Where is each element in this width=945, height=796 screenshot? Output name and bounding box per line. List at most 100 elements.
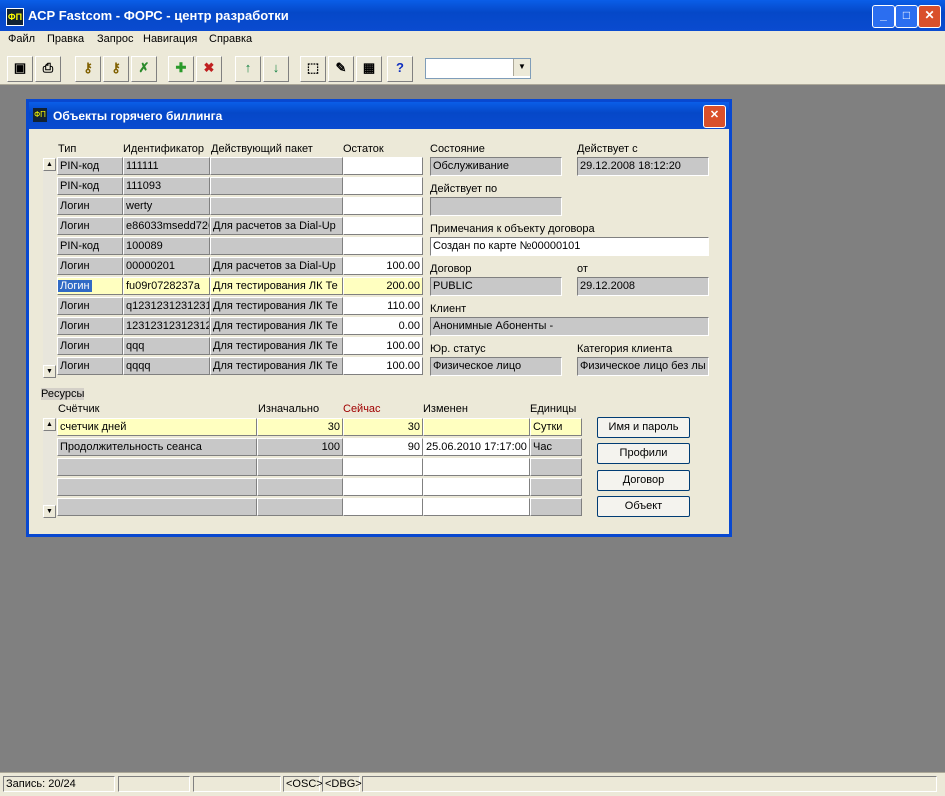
- object-cell-balance[interactable]: [343, 177, 423, 195]
- login-password-button[interactable]: Имя и пароль: [597, 417, 690, 438]
- resource-cell-initial[interactable]: 30: [257, 418, 343, 436]
- scroll-up-icon[interactable]: ▲: [43, 418, 56, 431]
- resource-cell-unit[interactable]: [530, 498, 582, 516]
- object-cell-package[interactable]: Для расчетов за Dial-Up: [210, 217, 343, 235]
- menu-file[interactable]: Файл: [8, 33, 35, 45]
- minimize-button[interactable]: _: [872, 5, 895, 28]
- scroll-down-icon[interactable]: ▼: [43, 505, 56, 518]
- resource-cell-initial[interactable]: [257, 498, 343, 516]
- add-icon[interactable]: ✚: [168, 56, 194, 82]
- resource-cell-changed[interactable]: [423, 498, 530, 516]
- edit-icon[interactable]: ✎: [328, 56, 354, 82]
- close-button[interactable]: ✕: [918, 5, 941, 28]
- resource-cell-current[interactable]: [343, 458, 423, 476]
- scroll-up-icon[interactable]: ▲: [43, 158, 56, 171]
- object-cell-type[interactable]: Логин: [57, 297, 123, 315]
- contract-button[interactable]: Договор: [597, 470, 690, 491]
- chevron-down-icon[interactable]: ▼: [513, 59, 530, 76]
- object-cell-id[interactable]: e86033msedd726: [123, 217, 210, 235]
- menu-query[interactable]: Запрос: [97, 33, 133, 45]
- object-cell-type[interactable]: Логин: [57, 277, 123, 295]
- resource-cell-changed[interactable]: 25.06.2010 17:17:00: [423, 438, 530, 456]
- objects-scrollbar[interactable]: ▲ ▼: [43, 158, 56, 378]
- object-cell-type[interactable]: Логин: [57, 317, 123, 335]
- resource-cell-current[interactable]: 30: [343, 418, 423, 436]
- object-cell-balance[interactable]: 200.00: [343, 277, 423, 295]
- resource-cell-unit[interactable]: Сутки: [530, 418, 582, 436]
- object-cell-type[interactable]: PIN-код: [57, 237, 123, 255]
- resource-cell-current[interactable]: [343, 478, 423, 496]
- notes-field[interactable]: Создан по карте №00000101: [430, 237, 709, 256]
- object-cell-type[interactable]: PIN-код: [57, 157, 123, 175]
- arrow-down-icon[interactable]: ↓: [263, 56, 289, 82]
- object-cell-package[interactable]: Для расчетов за Dial-Up: [210, 257, 343, 275]
- resource-cell-counter[interactable]: Продолжительность сеанса: [57, 438, 257, 456]
- object-cell-package[interactable]: [210, 197, 343, 215]
- resource-cell-counter[interactable]: [57, 498, 257, 516]
- resource-cell-initial[interactable]: [257, 458, 343, 476]
- object-cell-type[interactable]: PIN-код: [57, 177, 123, 195]
- object-cell-package[interactable]: Для тестирования ЛК Те: [210, 297, 343, 315]
- help-icon[interactable]: ?: [387, 56, 413, 82]
- object-cell-package[interactable]: Для тестирования ЛК Те: [210, 337, 343, 355]
- key-refresh-icon[interactable]: ⚷: [103, 56, 129, 82]
- object-cell-id[interactable]: 111111: [123, 157, 210, 175]
- scroll-down-icon[interactable]: ▼: [43, 365, 56, 378]
- object-cell-package[interactable]: [210, 177, 343, 195]
- save-icon[interactable]: ▣: [7, 56, 33, 82]
- resource-cell-counter[interactable]: [57, 478, 257, 496]
- resource-cell-counter[interactable]: счетчик дней: [57, 418, 257, 436]
- object-cell-package[interactable]: Для тестирования ЛК Те: [210, 317, 343, 335]
- resource-cell-unit[interactable]: Час: [530, 438, 582, 456]
- object-cell-id[interactable]: werty: [123, 197, 210, 215]
- menu-navigation[interactable]: Навигация: [143, 33, 197, 45]
- object-cell-id[interactable]: 00000201: [123, 257, 210, 275]
- resource-cell-counter[interactable]: [57, 458, 257, 476]
- object-cell-balance[interactable]: [343, 157, 423, 175]
- toolbar-combo[interactable]: ▼: [425, 58, 531, 79]
- object-cell-package[interactable]: Для тестирования ЛК Те: [210, 277, 343, 295]
- object-cell-id[interactable]: q1231231231231: [123, 297, 210, 315]
- profiles-button[interactable]: Профили: [597, 443, 690, 464]
- object-cell-id[interactable]: 100089: [123, 237, 210, 255]
- object-cell-id[interactable]: 12312312312312: [123, 317, 210, 335]
- print-icon[interactable]: ⎙: [35, 56, 61, 82]
- resource-cell-changed[interactable]: [423, 418, 530, 436]
- resource-cell-changed[interactable]: [423, 478, 530, 496]
- object-cell-type[interactable]: Логин: [57, 257, 123, 275]
- resource-cell-current[interactable]: [343, 498, 423, 516]
- menu-edit[interactable]: Правка: [47, 33, 84, 45]
- resource-cell-current[interactable]: 90: [343, 438, 423, 456]
- dialog-close-button[interactable]: ✕: [703, 105, 726, 128]
- object-cell-package[interactable]: Для тестирования ЛК Те: [210, 357, 343, 375]
- object-cell-package[interactable]: [210, 237, 343, 255]
- object-cell-balance[interactable]: 0.00: [343, 317, 423, 335]
- resource-cell-unit[interactable]: [530, 458, 582, 476]
- object-cell-balance[interactable]: [343, 237, 423, 255]
- select-icon[interactable]: ⬚: [300, 56, 326, 82]
- key-find-icon[interactable]: ⚷: [75, 56, 101, 82]
- object-button[interactable]: Объект: [597, 496, 690, 517]
- delete-icon[interactable]: ✖: [196, 56, 222, 82]
- resources-scrollbar[interactable]: ▲ ▼: [43, 418, 56, 518]
- maximize-button[interactable]: □: [895, 5, 918, 28]
- resource-cell-unit[interactable]: [530, 478, 582, 496]
- menu-help[interactable]: Справка: [209, 33, 252, 45]
- object-cell-package[interactable]: [210, 157, 343, 175]
- resource-cell-initial[interactable]: 100: [257, 438, 343, 456]
- object-cell-id[interactable]: fu09r0728237a: [123, 277, 210, 295]
- object-cell-type[interactable]: Логин: [57, 197, 123, 215]
- object-cell-balance[interactable]: 100.00: [343, 357, 423, 375]
- object-cell-type[interactable]: Логин: [57, 337, 123, 355]
- object-cell-balance[interactable]: 110.00: [343, 297, 423, 315]
- object-cell-balance[interactable]: 100.00: [343, 257, 423, 275]
- object-cell-id[interactable]: 111093: [123, 177, 210, 195]
- object-cell-type[interactable]: Логин: [57, 357, 123, 375]
- arrow-up-icon[interactable]: ↑: [235, 56, 261, 82]
- object-cell-balance[interactable]: 100.00: [343, 337, 423, 355]
- object-cell-balance[interactable]: [343, 197, 423, 215]
- object-cell-id[interactable]: qqqq: [123, 357, 210, 375]
- tools-icon[interactable]: ✗: [131, 56, 157, 82]
- object-cell-type[interactable]: Логин: [57, 217, 123, 235]
- resource-cell-changed[interactable]: [423, 458, 530, 476]
